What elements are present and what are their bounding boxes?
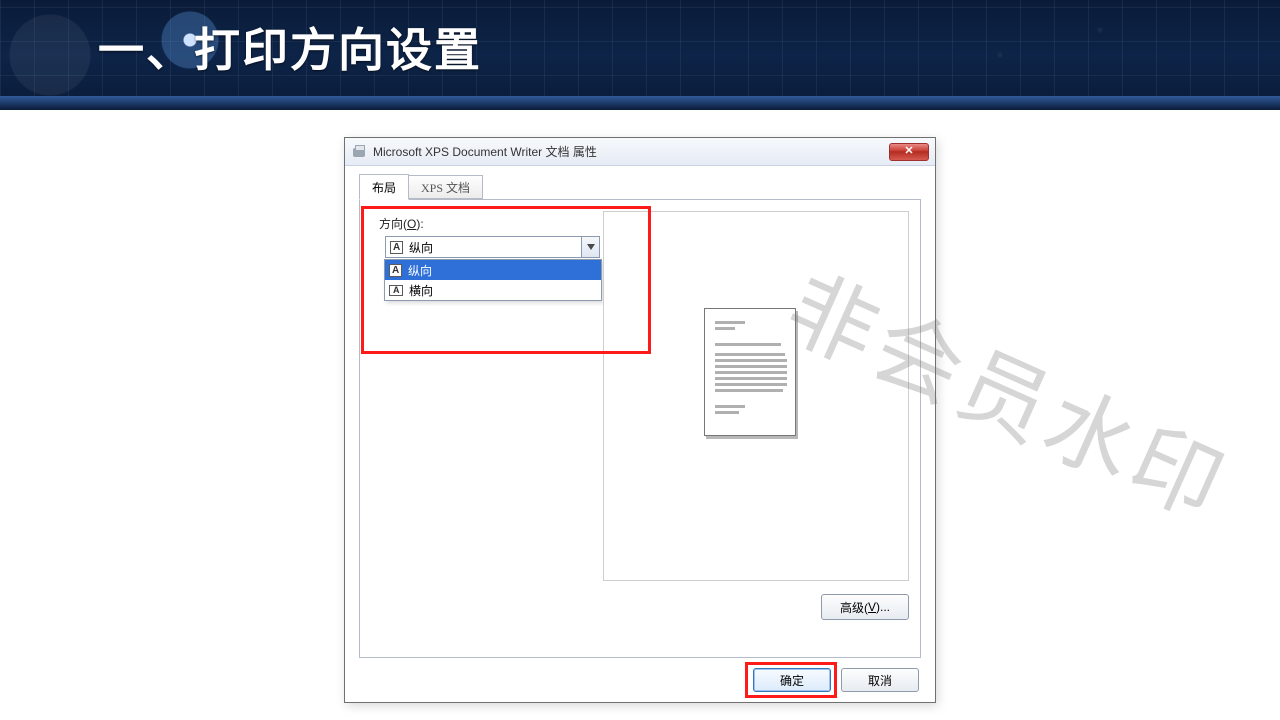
orientation-select[interactable]: 纵向 — [385, 236, 600, 258]
dialog-body: 布局 XPS 文档 方向(O): 纵向 — [345, 166, 935, 702]
landscape-icon — [389, 285, 403, 296]
portrait-icon — [389, 264, 402, 277]
slide-header: 一、打印方向设置 — [0, 0, 1280, 110]
orientation-option-portrait[interactable]: 纵向 — [385, 260, 601, 280]
cancel-button[interactable]: 取消 — [841, 668, 919, 692]
printer-icon — [351, 145, 367, 159]
tab-xps-document[interactable]: XPS 文档 — [408, 175, 483, 199]
orientation-selectbox[interactable]: 纵向 — [385, 236, 600, 258]
dialog-title: Microsoft XPS Document Writer 文档 属性 — [373, 143, 597, 160]
close-button[interactable]: ✕ — [889, 143, 929, 161]
orientation-dropdown-list: 纵向 横向 — [384, 259, 602, 301]
advanced-button[interactable]: 高级(V)... — [821, 594, 909, 620]
layout-panel: 方向(O): 纵向 纵向 横向 — [359, 199, 921, 658]
print-properties-dialog: Microsoft XPS Document Writer 文档 属性 ✕ 布局… — [344, 137, 936, 703]
portrait-icon — [390, 241, 403, 254]
page-preview-pane — [603, 211, 909, 581]
slide-title: 一、打印方向设置 — [98, 14, 482, 80]
orientation-option-landscape[interactable]: 横向 — [385, 280, 601, 300]
ok-button[interactable]: 确定 — [753, 668, 831, 692]
tab-layout[interactable]: 布局 — [359, 174, 409, 200]
close-icon: ✕ — [904, 146, 913, 157]
orientation-selected-value: 纵向 — [409, 239, 433, 256]
tab-strip: 布局 XPS 文档 — [359, 174, 483, 199]
chevron-down-icon — [581, 237, 599, 257]
page-preview — [704, 308, 796, 436]
dialog-titlebar: Microsoft XPS Document Writer 文档 属性 ✕ — [345, 138, 935, 166]
